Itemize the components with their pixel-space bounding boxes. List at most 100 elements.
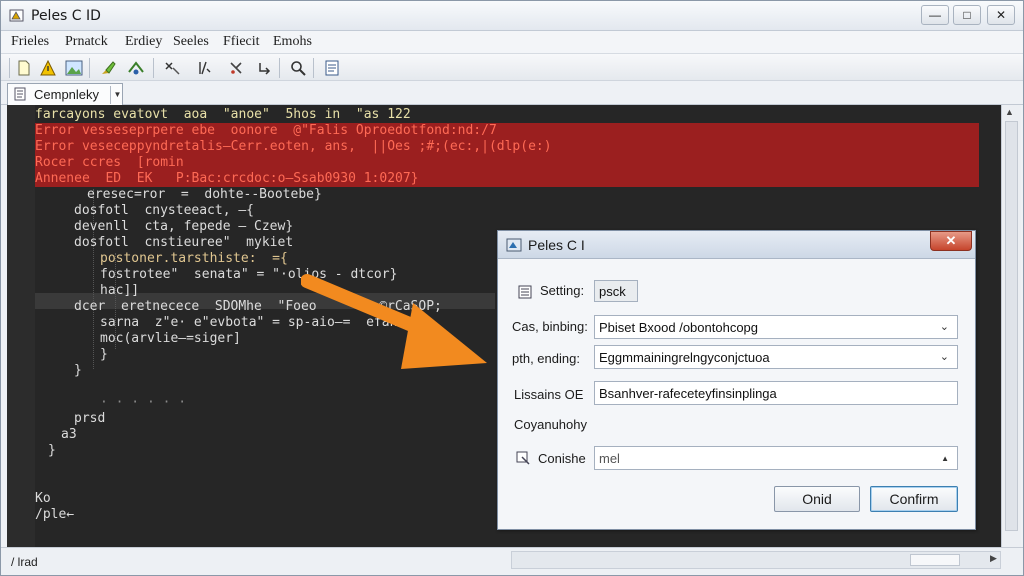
toolbar-separator: [313, 58, 314, 78]
menu-item-tools[interactable]: Ffiecit: [223, 34, 260, 50]
setting-value: psck: [599, 284, 626, 299]
debug-icon: [165, 62, 180, 75]
chevron-up-icon[interactable]: ▲: [941, 454, 949, 463]
settings-icon: [518, 285, 532, 299]
field-select-1[interactable]: Eggmmainingrelngyconjctuoa ⌄: [594, 345, 958, 369]
warning-icon: [40, 60, 56, 76]
scroll-up-icon[interactable]: ▲: [1005, 107, 1014, 117]
ide-window: Peles C ID — □ ✕ Frieles Prnatck Erdiey …: [0, 0, 1024, 576]
code-line: · · · · · ·: [100, 395, 187, 410]
toolbar-separator: [279, 58, 280, 78]
horizontal-scrollbar[interactable]: ▶: [511, 551, 1001, 569]
field-value-0: Pbiset Bxood /obontohcopg: [599, 320, 759, 335]
app-icon: [9, 9, 24, 22]
new-file-button[interactable]: [13, 57, 35, 79]
field-input-2[interactable]: Bsanhver-rafeceteyfinsinplinga: [594, 381, 958, 405]
field-select-0[interactable]: Pbiset Bxood /obontohcopg ⌄: [594, 315, 958, 339]
annotation-arrow-icon: [301, 274, 487, 369]
close-icon: ✕: [995, 8, 1007, 22]
code-line: }: [74, 363, 82, 378]
setting-label: Setting:: [540, 283, 585, 298]
error-message-line: Annenee ED EK P:Bac:crcdoc:o—Ssab0930 1:…: [35, 171, 419, 186]
combo-label: Conishe: [538, 451, 586, 466]
confirm-button[interactable]: Confirm: [870, 486, 958, 512]
cancel-button[interactable]: Onid: [774, 486, 860, 512]
code-line: moc(arvlie—=siger]: [100, 331, 241, 346]
status-text: / lrad: [11, 555, 38, 569]
setting-value-field[interactable]: psck: [594, 280, 638, 302]
stepover-button[interactable]: [193, 57, 215, 79]
maximize-button[interactable]: □: [953, 5, 981, 25]
scroll-right-icon[interactable]: ▶: [990, 553, 997, 564]
code-line: a3: [61, 427, 77, 442]
document-icon: [325, 60, 339, 76]
file-tab-icon: [14, 87, 26, 101]
menu-bar: Frieles Prnatck Erdiey Seeles Ffiecit Em…: [1, 31, 1023, 53]
code-line: farcayons evatovt aoa "anoe" 5hos in "as…: [35, 107, 411, 122]
field-value-2: Bsanhver-rafeceteyfinsinplinga: [599, 386, 777, 401]
field-label-0: Cas, binbing:: [512, 319, 588, 334]
menu-item-window[interactable]: Emohs: [273, 34, 312, 50]
stepover-icon: [199, 61, 211, 75]
dialog-title: Peles C I: [528, 237, 585, 253]
title-bar: Peles C ID — □ ✕: [1, 1, 1023, 31]
code-line: /ple←: [35, 507, 75, 522]
code-line: }: [48, 443, 56, 458]
dialog-app-icon: [506, 238, 522, 252]
code-line: postoner.tarsthiste: ={: [100, 251, 288, 266]
settings-dialog: Peles C I ✕ Setting: psck Cas, binbing: …: [497, 230, 976, 530]
menu-item-edit[interactable]: Erdiey: [125, 34, 162, 50]
window-title: Peles C ID: [31, 8, 101, 24]
field-value-1: Eggmmainingrelngyconjctuoa: [599, 350, 770, 365]
close-button[interactable]: ✕: [987, 5, 1015, 25]
undo-icon: [259, 63, 271, 75]
menu-item-search[interactable]: Seeles: [173, 34, 209, 50]
dialog-close-button[interactable]: ✕: [930, 231, 972, 251]
minimize-button[interactable]: —: [921, 5, 949, 25]
combo-icon: [516, 451, 530, 465]
scroll-thumb[interactable]: [1005, 121, 1018, 531]
build-button[interactable]: [125, 57, 147, 79]
code-line: eresec=ror = dohte--Bootebe}: [87, 187, 322, 202]
chevron-down-icon[interactable]: ⌄: [940, 320, 949, 333]
document-button[interactable]: [321, 57, 343, 79]
combo-value: mel: [599, 451, 620, 466]
menu-item-project[interactable]: Prnatck: [65, 34, 108, 50]
combo-field[interactable]: mel ▲: [594, 446, 958, 470]
undo-button[interactable]: [253, 57, 275, 79]
toolbar-separator: [89, 58, 90, 78]
code-line: }: [100, 347, 108, 362]
error-message-line: Error vesseseprpere ebe oonore @"Falis O…: [35, 123, 497, 138]
line-gutter: [7, 105, 35, 547]
maximize-icon: □: [963, 8, 971, 22]
toolbar: [1, 53, 1023, 81]
dialog-title-bar: Peles C I ✕: [498, 231, 975, 259]
section-label: Coyanuhohy: [514, 417, 587, 432]
toolbar-separator: [9, 58, 10, 78]
search-icon: [291, 61, 306, 76]
tools-button[interactable]: [225, 57, 247, 79]
search-button[interactable]: [287, 57, 309, 79]
code-line: prsd: [74, 411, 106, 426]
minimize-icon: —: [929, 8, 941, 22]
error-message-line: Rocer ccres [romin: [35, 155, 184, 170]
vertical-scrollbar[interactable]: ▲: [1001, 105, 1021, 547]
code-line: devenll cta, fepede — Czew}: [74, 219, 294, 234]
new-file-icon: [18, 60, 30, 76]
menu-item-file[interactable]: Frieles: [11, 34, 49, 50]
tab-dropdown-button[interactable]: ▼: [110, 86, 124, 104]
build-icon: [128, 61, 144, 75]
image-button[interactable]: [63, 57, 85, 79]
error-message-line: Error veseceppyndretalis—Cerr.eoten, ans…: [35, 139, 552, 154]
debug-button[interactable]: [161, 57, 183, 79]
code-line: Ko: [35, 491, 51, 506]
tab-file[interactable]: Cempnleky ▼: [7, 83, 123, 105]
warning-button[interactable]: [37, 57, 59, 79]
brush-icon: [102, 61, 116, 74]
code-line: dosfotl cnysteeact, —{: [74, 203, 255, 218]
chevron-down-icon[interactable]: ⌄: [940, 350, 949, 363]
horizontal-scroll-thumb[interactable]: [910, 554, 960, 566]
code-line: hac]]: [100, 283, 140, 298]
image-icon: [65, 60, 83, 76]
brush-button[interactable]: [97, 57, 119, 79]
